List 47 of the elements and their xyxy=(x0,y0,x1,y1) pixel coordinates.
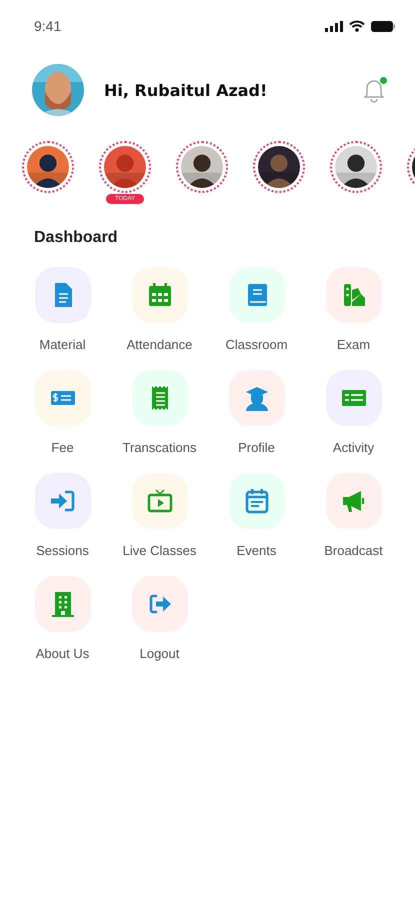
tv-icon xyxy=(146,488,172,514)
tile-label: Broadcast xyxy=(324,543,383,558)
megaphone-icon xyxy=(340,488,366,514)
signal-icon xyxy=(325,20,343,32)
menu-tile[interactable] xyxy=(132,576,188,632)
tile-label: Transcations xyxy=(122,440,196,455)
tile-label: Classroom xyxy=(225,337,288,352)
menu-tile[interactable] xyxy=(228,267,284,323)
greeting: Hi, Rubaitul Azad! xyxy=(104,80,268,100)
tile-label: Live Classes xyxy=(122,543,196,558)
tile-label: Activity xyxy=(332,440,374,455)
tile-label: Exam xyxy=(336,337,370,352)
story-ring[interactable] xyxy=(176,141,228,193)
event-calendar-icon xyxy=(244,488,270,514)
menu-tile[interactable] xyxy=(228,370,284,426)
battery-icon xyxy=(371,20,395,32)
story-ring[interactable] xyxy=(22,141,74,193)
notification-button[interactable] xyxy=(361,77,387,103)
menu-tile[interactable] xyxy=(326,370,382,426)
menu-tile[interactable] xyxy=(34,473,90,529)
calendar-icon xyxy=(146,282,172,308)
login-icon xyxy=(50,488,76,514)
status-time: 9:41 xyxy=(34,18,62,34)
wifi-icon xyxy=(349,20,365,32)
graduate-icon xyxy=(244,385,270,411)
tile-label: Sessions xyxy=(36,543,89,558)
tile-label: Logout xyxy=(140,646,180,661)
story-ring[interactable] xyxy=(99,141,151,193)
menu-tile[interactable] xyxy=(132,473,188,529)
story-ring[interactable] xyxy=(253,141,305,193)
section-title: Dashboard xyxy=(34,229,119,247)
story-ring[interactable] xyxy=(330,141,382,193)
menu-tile[interactable] xyxy=(228,473,284,529)
tile-label: Events xyxy=(236,543,276,558)
menu-tile[interactable] xyxy=(326,473,382,529)
menu-tile[interactable] xyxy=(34,267,90,323)
menu-tile[interactable] xyxy=(34,576,90,632)
tile-label: Attendance xyxy=(126,337,192,352)
tile-label: Fee xyxy=(51,440,74,455)
menu-tile[interactable] xyxy=(132,267,188,323)
tile-label: Material xyxy=(39,337,86,352)
menu-tile[interactable] xyxy=(326,267,382,323)
tile-label: Profile xyxy=(238,440,275,455)
menu-tile[interactable] xyxy=(34,370,90,426)
menu-tile[interactable] xyxy=(132,370,188,426)
tile-label: About Us xyxy=(36,646,90,661)
building-icon xyxy=(50,591,76,617)
